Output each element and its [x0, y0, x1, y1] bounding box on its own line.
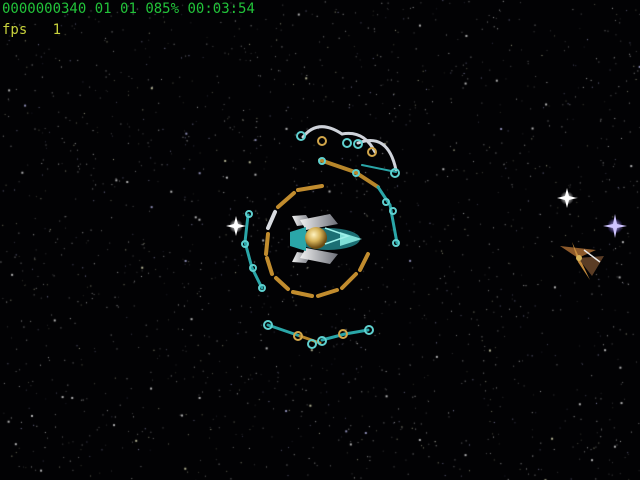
left-chain: [241, 210, 266, 292]
white-star-sparkle: [557, 188, 577, 208]
shield-value: 085%: [145, 1, 180, 17]
fps-label: fps: [2, 22, 28, 38]
enemy-ship: [560, 242, 604, 280]
hud-status-line: 0000000340 01 01 085% 00:03:54: [2, 1, 255, 17]
stage-value: 01: [94, 1, 112, 17]
game-scene: [226, 125, 627, 349]
lower-chain: [263, 320, 374, 349]
player-ship: [290, 214, 362, 264]
white-star-sparkle: [226, 216, 246, 236]
violet-star-sparkle: [603, 214, 627, 238]
fps-value: 1: [52, 22, 62, 38]
lives-value: 01: [120, 1, 137, 17]
timer-value: 00:03:54: [187, 1, 255, 17]
game-viewport[interactable]: 0000000340 01 01 085% 00:03:54 fps 1: [0, 0, 640, 480]
score-value: 0000000340: [2, 1, 87, 17]
fps-counter: fps 1: [2, 22, 61, 38]
